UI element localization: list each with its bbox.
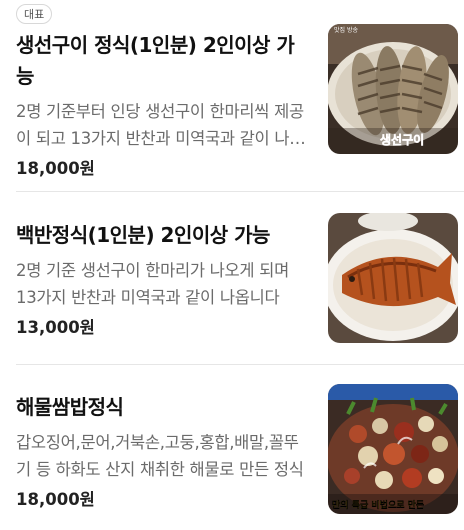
menu-text: 해물쌈밥정식 갑오징어,문어,거북손,고둥,홍합,배말,꼴뚜기 등 하화도 산지…	[16, 392, 312, 513]
menu-item[interactable]: 해물쌈밥정식 갑오징어,문어,거북손,고둥,홍합,배말,꼴뚜기 등 하화도 산지…	[0, 365, 464, 530]
menu-description: 2명 기준부터 인당 생선구이 한마리씩 제공이 되고 13가지 반찬과 미역국…	[16, 102, 305, 148]
image-caption: 만의 특급 비법으로 만든	[332, 499, 424, 511]
menu-list: 대표 생선구이 정식(1인분) 2인이상 가능 2명 기준부터 인당 생선구이 …	[0, 0, 464, 530]
menu-price: 18,000원	[16, 490, 95, 509]
representative-badge: 대표	[16, 4, 53, 24]
menu-title[interactable]: 백반정식(1인분) 2인이상 가능	[16, 220, 312, 251]
menu-text: 생선구이 정식(1인분) 2인이상 가능 2명 기준부터 인당 생선구이 한마리…	[16, 30, 312, 182]
menu-image-grilled-fish-platter[interactable]: 맛집 방송 생선구이	[328, 24, 458, 154]
grilled-fish-platter-icon: 맛집 방송 생선구이	[328, 24, 458, 154]
menu-title[interactable]: 생선구이 정식(1인분) 2인이상 가능	[16, 30, 312, 92]
menu-item[interactable]: 백반정식(1인분) 2인이상 가능 2명 기준 생선구이 한마리가 나오게 되며…	[0, 192, 464, 365]
seafood-dish-icon: 만의 특급 비법으로 만든	[328, 384, 458, 514]
menu-description: 갑오징어,문어,거북손,고둥,홍합,배말,꼴뚜기 등 하화도 산지 채취한 해물…	[16, 433, 304, 479]
menu-image-seafood-dish[interactable]: 만의 특급 비법으로 만든	[328, 384, 458, 514]
menu-title[interactable]: 해물쌈밥정식	[16, 392, 312, 423]
menu-description: 2명 기준 생선구이 한마리가 나오게 되며 13가지 반찬과 미역국과 같이 …	[16, 261, 290, 307]
menu-image-grilled-fish[interactable]	[328, 213, 458, 343]
menu-price: 13,000원	[16, 318, 95, 337]
menu-price: 18,000원	[16, 159, 95, 178]
image-caption: 생선구이	[380, 132, 424, 147]
grilled-fish-icon	[328, 213, 458, 343]
menu-text: 백반정식(1인분) 2인이상 가능 2명 기준 생선구이 한마리가 나오게 되며…	[16, 220, 312, 341]
menu-item[interactable]: 대표 생선구이 정식(1인분) 2인이상 가능 2명 기준부터 인당 생선구이 …	[0, 0, 464, 192]
image-caption: 맛집 방송	[334, 26, 358, 34]
